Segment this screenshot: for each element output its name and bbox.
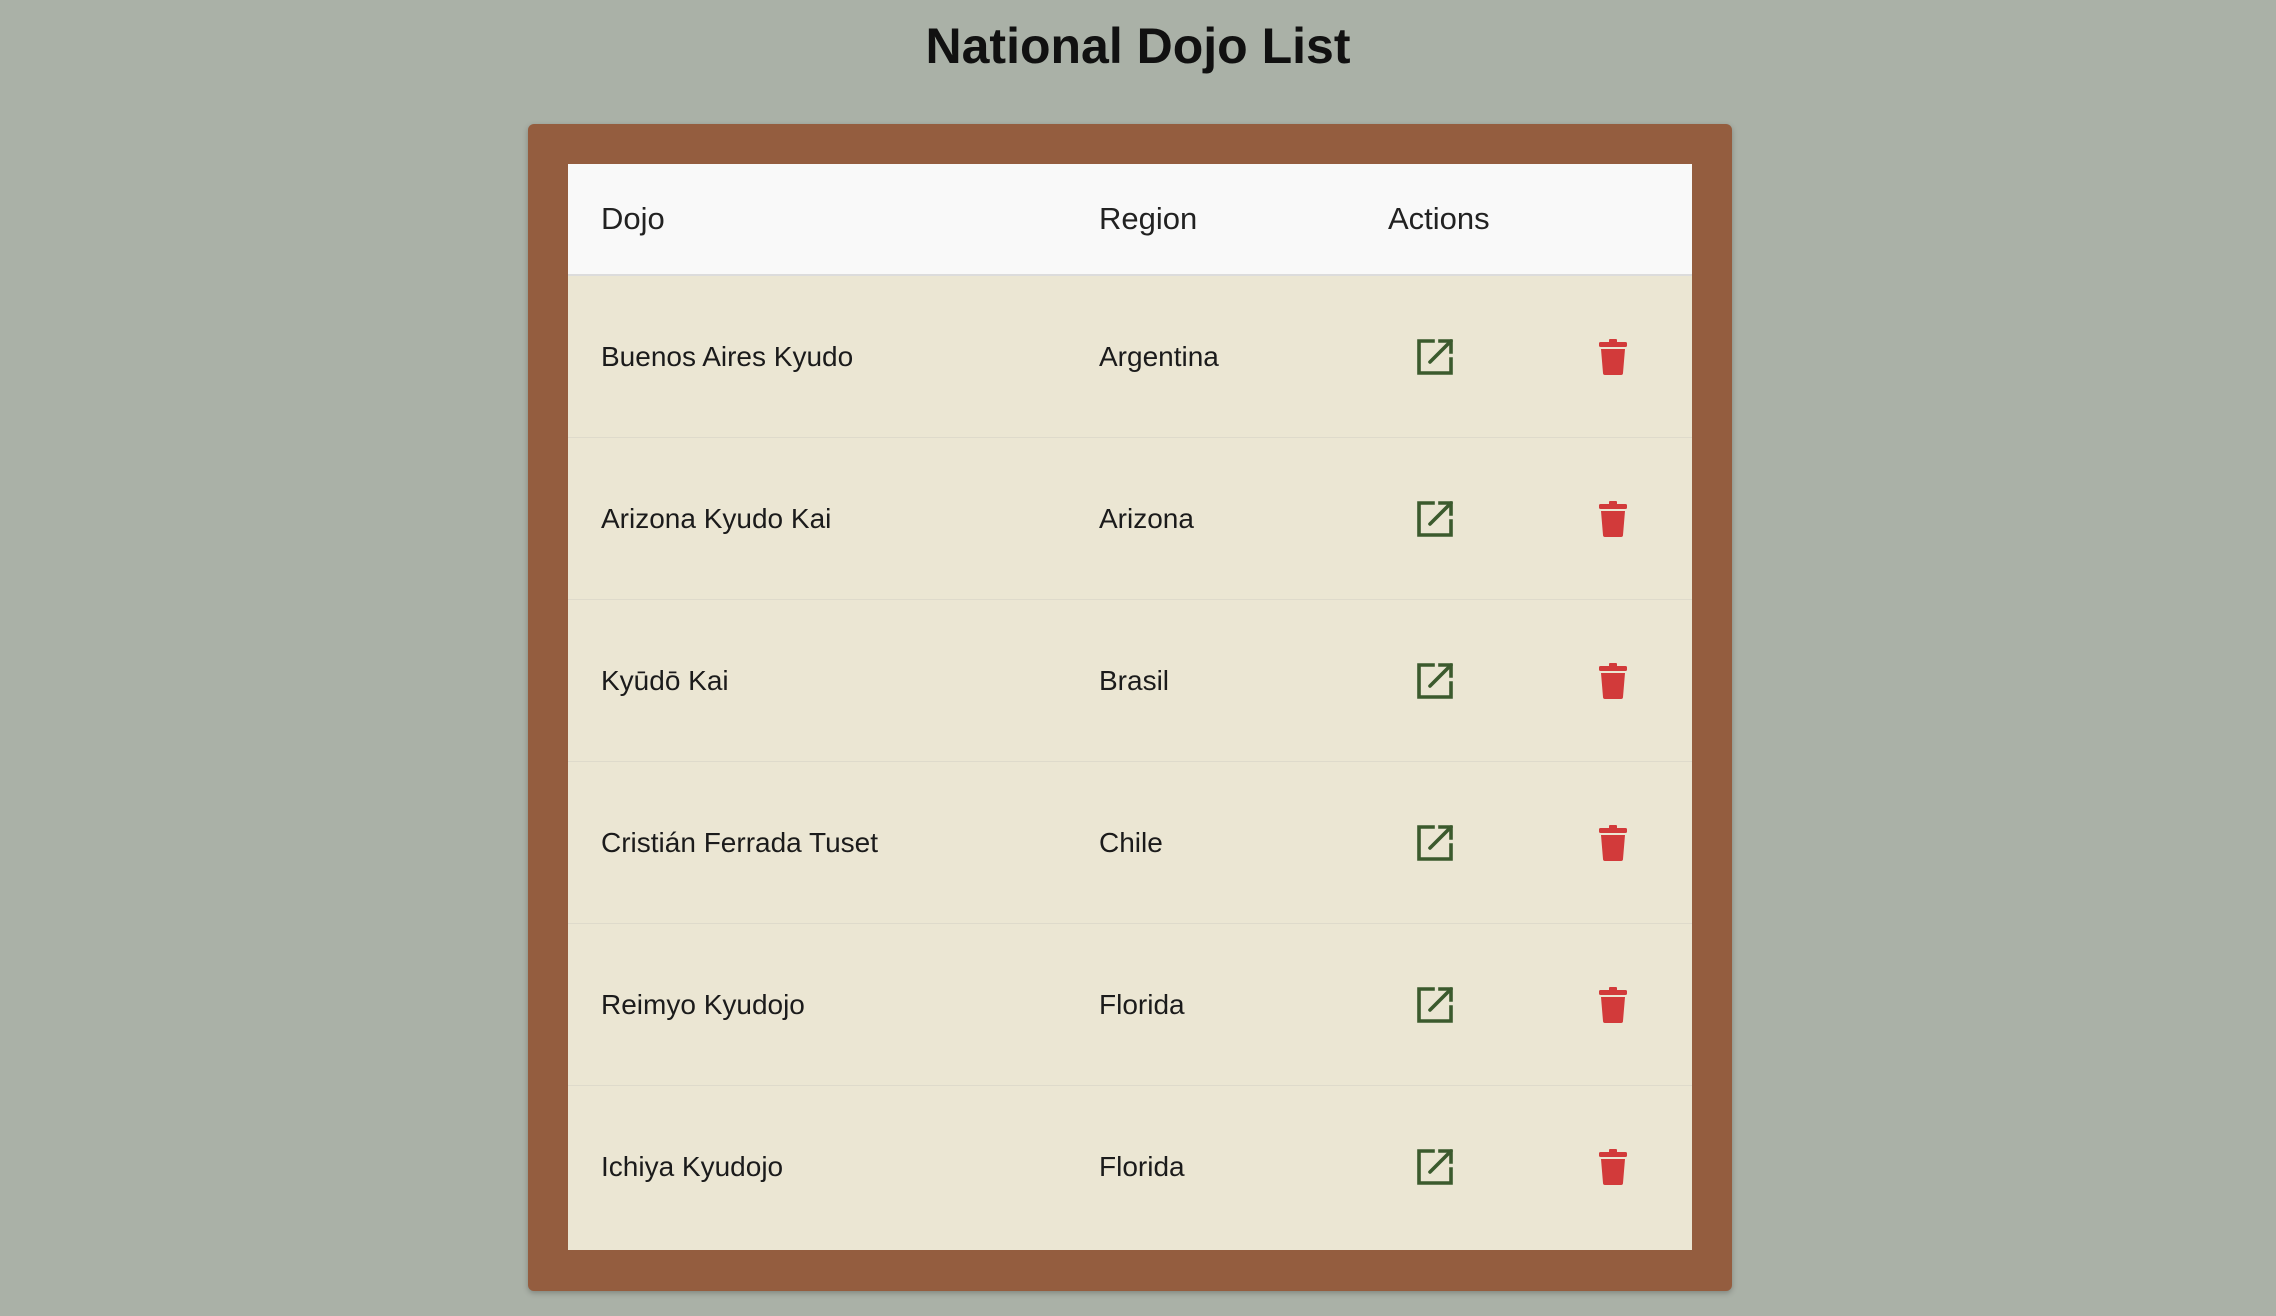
edit-external-icon [1416,500,1454,538]
edit-external-icon [1416,986,1454,1024]
dojo-name-cell: Kyūdō Kai [601,665,729,696]
table-frame: Dojo Region Actions Buenos Aires Kyudo A… [528,124,1732,1291]
delete-button[interactable] [1592,1146,1634,1188]
table-row: Cristián Ferrada Tuset Chile [568,762,1692,924]
table-row: Arizona Kyudo Kai Arizona [568,438,1692,600]
trash-icon [1599,501,1627,537]
column-header-actions: Actions [1388,201,1490,236]
edit-external-icon [1416,1148,1454,1186]
edit-button[interactable] [1414,660,1456,702]
column-header-dojo: Dojo [601,201,665,236]
page-title: National Dojo List [925,18,1351,74]
region-cell: Brasil [1099,665,1170,696]
edit-button[interactable] [1414,498,1456,540]
column-header-region: Region [1099,201,1198,236]
delete-button[interactable] [1592,498,1634,540]
table-row: Reimyo Kyudojo Florida [568,924,1692,1086]
delete-button[interactable] [1592,984,1634,1026]
table-header: Dojo Region Actions [568,164,1692,276]
table-body: Buenos Aires Kyudo Argentina Arizona Kyu… [568,276,1692,1248]
edit-external-icon [1416,662,1454,700]
table-row: Ichiya Kyudojo Florida [568,1086,1692,1248]
trash-icon [1599,1149,1627,1185]
region-cell: Arizona [1099,503,1194,534]
table-row: Kyūdō Kai Brasil [568,600,1692,762]
dojo-table: Dojo Region Actions Buenos Aires Kyudo A… [568,164,1692,1250]
dojo-name-cell: Arizona Kyudo Kai [601,503,832,534]
edit-button[interactable] [1414,984,1456,1026]
trash-icon [1599,825,1627,861]
edit-button[interactable] [1414,336,1456,378]
delete-button[interactable] [1592,660,1634,702]
dojo-name-cell: Buenos Aires Kyudo [601,341,854,372]
dojo-name-cell: Ichiya Kyudojo [601,1151,784,1182]
region-cell: Florida [1099,989,1185,1020]
trash-icon [1599,339,1627,375]
dojo-name-cell: Reimyo Kyudojo [601,989,805,1020]
edit-button[interactable] [1414,822,1456,864]
edit-external-icon [1416,338,1454,376]
edit-external-icon [1416,824,1454,862]
trash-icon [1599,663,1627,699]
region-cell: Argentina [1099,341,1219,372]
region-cell: Chile [1099,827,1163,858]
region-cell: Florida [1099,1151,1185,1182]
delete-button[interactable] [1592,822,1634,864]
trash-icon [1599,987,1627,1023]
dojo-name-cell: Cristián Ferrada Tuset [601,827,878,858]
delete-button[interactable] [1592,336,1634,378]
table-row: Buenos Aires Kyudo Argentina [568,276,1692,438]
edit-button[interactable] [1414,1146,1456,1188]
